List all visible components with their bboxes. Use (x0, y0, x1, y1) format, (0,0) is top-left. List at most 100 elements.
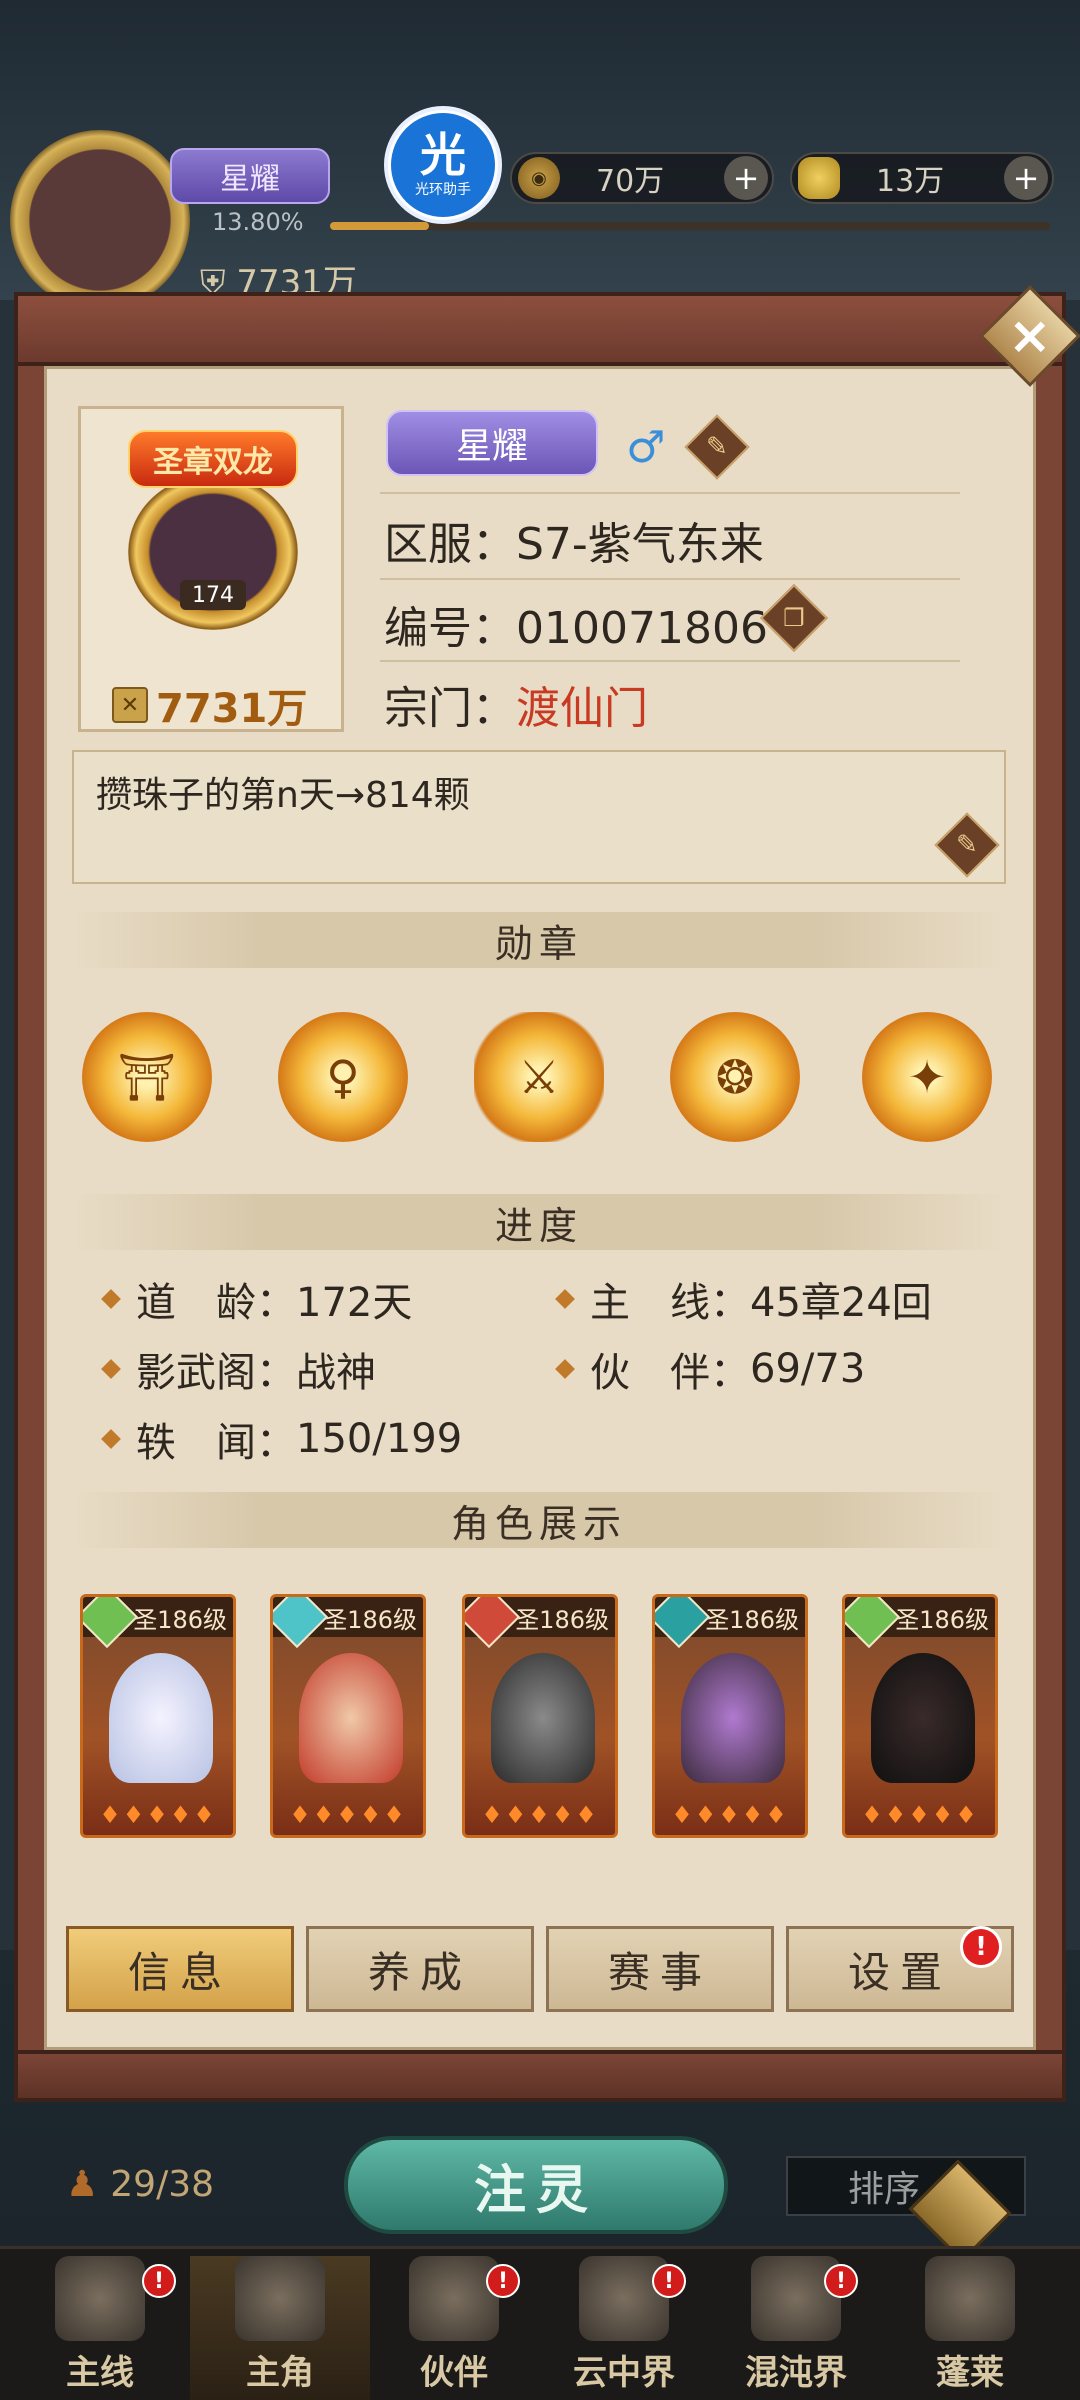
hero-portrait (299, 1653, 403, 1783)
nav-penglai[interactable]: 蓬莱 (880, 2256, 1060, 2400)
roles-title: 角色展示 (450, 1501, 627, 1546)
hero-flame-stars: ♦♦♦♦♦ (99, 1801, 217, 1829)
divider (380, 492, 960, 494)
hero-card[interactable]: 圣186级 ♦♦♦♦♦ (462, 1594, 618, 1838)
signature-text: 攒珠子的第n天→814颗 (96, 775, 470, 816)
player-avatar[interactable] (10, 130, 190, 310)
sect-label: 宗门： (384, 683, 516, 734)
hero-flame-stars: ♦♦♦♦♦ (671, 1801, 789, 1829)
profile-power-value: 7731万 (156, 686, 308, 732)
progress-label: 轶 闻： (136, 1420, 296, 1466)
nav-label: 主角 (246, 2353, 314, 2393)
server-value: S7-紫气东来 (516, 519, 764, 570)
nav-cloud-realm[interactable]: 云中界 (534, 2256, 714, 2400)
mountain-icon (925, 2256, 1015, 2341)
ingot-resource: 13万 + (790, 152, 1054, 204)
inject-spirit-button[interactable]: 注灵 (344, 2136, 728, 2234)
tab-nurture[interactable]: 养成 (306, 1926, 534, 2012)
nav-alert-badge: ! (824, 2264, 858, 2298)
divider (380, 578, 960, 580)
bullet-icon (555, 1289, 575, 1309)
slot-count: ♟ 29/38 (66, 2164, 214, 2205)
helper-logo-char: 光 (420, 128, 466, 182)
warrior-helmet-icon (409, 2256, 499, 2341)
nav-alert-badge: ! (142, 2264, 176, 2298)
tab-events[interactable]: 赛事 (546, 1926, 774, 2012)
title-badge: 圣章双龙 (128, 430, 298, 488)
nav-label: 伙伴 (420, 2353, 488, 2393)
nav-label: 云中界 (573, 2353, 675, 2393)
medal-gate-icon[interactable]: ⚔ (474, 1012, 604, 1142)
portrait[interactable]: 圣章双龙 174 (128, 430, 298, 630)
progress-value: 69/73 (750, 1346, 866, 1392)
header-rank-label: 星耀 (220, 162, 280, 197)
profile-window-top-bar (14, 292, 1066, 366)
sect-link[interactable]: 渡仙门 (516, 683, 648, 734)
medal-maiden-icon[interactable]: ♀ (278, 1012, 408, 1142)
inject-label: 注灵 (473, 2160, 598, 2221)
progress-label: 主 线： (590, 1280, 750, 1326)
progress-mainline: 主 线： 45章24回 (555, 1270, 932, 1328)
helper-logo-text: 光环助手 (415, 182, 471, 198)
copper-resource: ◉ 70万 + (510, 152, 774, 204)
nav-chaos-realm[interactable]: 混沌界 (706, 2256, 886, 2400)
hero-portrait (681, 1653, 785, 1783)
progress-label: 影武阁： (136, 1350, 296, 1396)
progress-age: 道 龄： 172天 (101, 1270, 413, 1328)
roles-section-title: 角色展示 (72, 1492, 1006, 1548)
nav-label: 混沌界 (745, 2353, 847, 2393)
profile-power: ✕ 7731万 (112, 676, 307, 734)
add-ingot-button[interactable]: + (1004, 156, 1048, 200)
hero-portrait (871, 1653, 975, 1783)
hero-card[interactable]: 圣186级 ♦♦♦♦♦ (270, 1594, 426, 1838)
copper-coin-icon: ◉ (518, 157, 560, 199)
medal-warrior-icon[interactable]: ✦ (862, 1012, 992, 1142)
profile-rank-label: 星耀 (455, 426, 528, 467)
progress-value: 150/199 (296, 1416, 463, 1462)
medal-tower-icon[interactable]: ⛩ (82, 1012, 212, 1142)
exp-percent: 13.80% (212, 208, 304, 236)
tab-info-label: 信息 (127, 1947, 232, 1997)
copy-icon: ❐ (783, 603, 805, 632)
hero-card[interactable]: 圣186级 ♦♦♦♦♦ (652, 1594, 808, 1838)
bullet-icon (555, 1359, 575, 1379)
hero-card[interactable]: 圣186级 ♦♦♦♦♦ (842, 1594, 998, 1838)
tab-settings-label: 设置 (847, 1947, 952, 1997)
gold-ingot-icon (798, 157, 840, 199)
add-copper-button[interactable]: + (724, 156, 768, 200)
profile-window-bottom-bar (14, 2050, 1066, 2102)
hero-flame-stars: ♦♦♦♦♦ (481, 1801, 599, 1829)
id-value: 010071806 (516, 603, 768, 654)
tab-events-label: 赛事 (607, 1947, 712, 1997)
medal-gourd-icon[interactable]: ❂ (670, 1012, 800, 1142)
medals-title: 勋章 (494, 921, 583, 966)
medals-section-title: 勋章 (72, 912, 1006, 968)
brush-icon: ✎ (956, 829, 978, 860)
sect-row: 宗门：渡仙门 (384, 672, 648, 736)
profile-rank-badge: 星耀 (386, 410, 598, 476)
progress-value: 172天 (296, 1280, 413, 1326)
nav-hero[interactable]: 主角 (190, 2256, 370, 2400)
hero-silhouette-icon (235, 2256, 325, 2341)
progress-value: 战神 (296, 1350, 376, 1396)
nav-label: 蓬莱 (936, 2353, 1004, 2393)
progress-partners: 伙 伴： 69/73 (555, 1340, 866, 1398)
slot-count-value: 29/38 (110, 2164, 215, 2205)
helper-app-button[interactable]: 光 光环助手 (384, 106, 502, 224)
male-gender-icon: ♂ (626, 422, 666, 473)
ingot-value: 13万 (876, 164, 945, 199)
id-row: 编号：010071806 (384, 592, 768, 656)
progress-section-title: 进度 (72, 1194, 1006, 1250)
power-shield-icon: ✕ (112, 687, 148, 723)
tab-info[interactable]: 信息 (66, 1926, 294, 2012)
bullet-icon (101, 1289, 121, 1309)
progress-title: 进度 (494, 1203, 583, 1248)
server-label: 区服： (384, 519, 516, 570)
header-rank-badge: 星耀 (170, 148, 330, 204)
hero-card[interactable]: 圣186级 ♦♦♦♦♦ (80, 1594, 236, 1838)
hero-portrait (109, 1653, 213, 1783)
nav-alert-badge: ! (486, 2264, 520, 2298)
hero-portrait (491, 1653, 595, 1783)
id-label: 编号： (384, 603, 516, 654)
copper-value: 70万 (596, 164, 665, 199)
